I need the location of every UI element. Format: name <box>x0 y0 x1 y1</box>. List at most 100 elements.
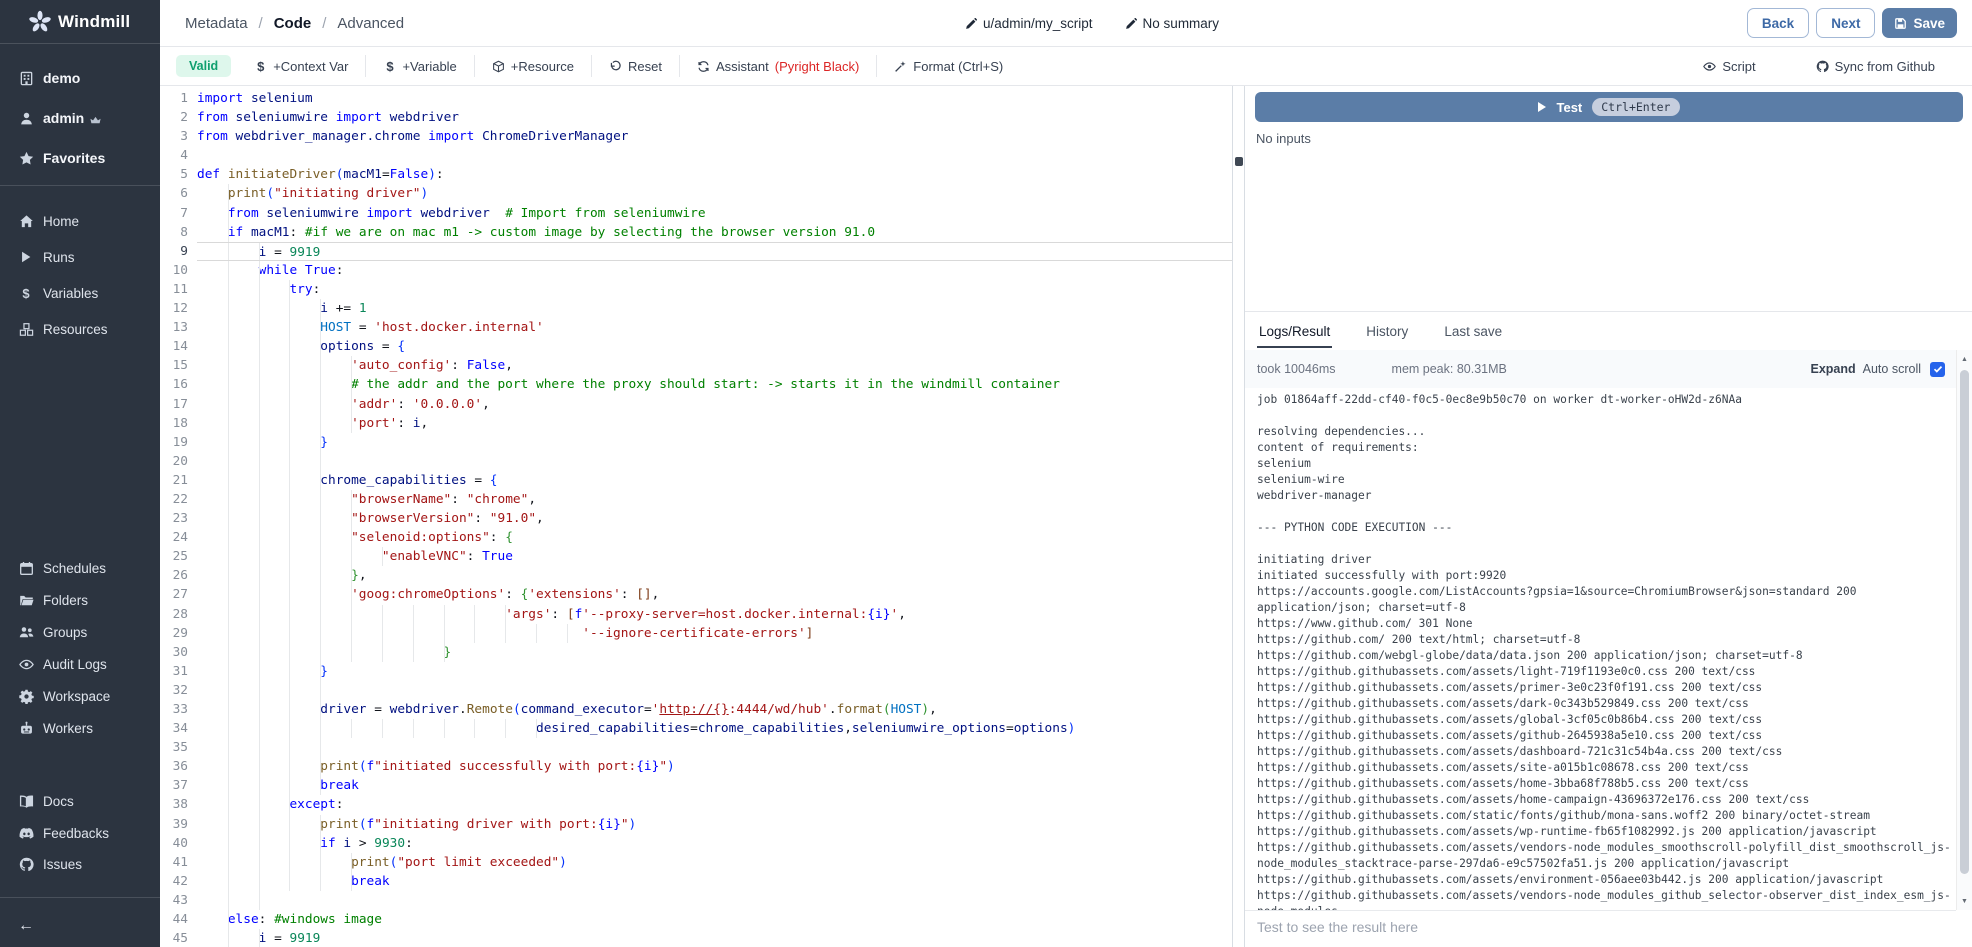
autoscroll-checkbox[interactable] <box>1930 362 1945 377</box>
indent-guide <box>320 452 321 471</box>
vertical-splitter[interactable] <box>1232 86 1245 947</box>
sidebar-item-favorites[interactable]: Favorites <box>0 138 160 178</box>
line-number: 21 <box>160 471 188 490</box>
sidebar-item-demo[interactable]: demo <box>0 58 160 98</box>
summary-edit[interactable]: No summary <box>1125 16 1220 31</box>
sidebar-item-runs[interactable]: Runs <box>0 239 160 275</box>
code-line: '--ignore-certificate-errors'] <box>197 624 1232 643</box>
sidebar-item-schedules[interactable]: Schedules <box>0 552 160 584</box>
sync-from-github-button[interactable]: Sync from Github <box>1807 54 1944 79</box>
indent-guide <box>382 547 383 566</box>
indent-guide <box>228 643 229 662</box>
code-line <box>197 681 1232 700</box>
log-line: https://github.githubassets.com/assets/h… <box>1257 776 1957 792</box>
line-number: 29 <box>160 624 188 643</box>
indent-guide <box>228 585 229 604</box>
sidebar-item-workers[interactable]: Workers <box>0 712 160 744</box>
no-inputs-text: No inputs <box>1256 131 1311 146</box>
save-button[interactable]: Save <box>1882 8 1957 38</box>
indent-guide <box>351 585 352 604</box>
line-number: 18 <box>160 414 188 433</box>
sidebar-item-groups[interactable]: Groups <box>0 616 160 648</box>
code-line: HOST = 'host.docker.internal' <box>197 318 1232 337</box>
line-number: 6 <box>160 184 188 203</box>
scroll-up-arrow[interactable]: ▲ <box>1957 352 1972 366</box>
reset-button[interactable]: Reset <box>600 54 671 79</box>
indent-guide <box>505 624 506 643</box>
log-line: --- PYTHON CODE EXECUTION --- <box>1257 520 1957 536</box>
code-line: }, <box>197 566 1232 585</box>
windmill-logo[interactable]: Windmill <box>0 0 160 44</box>
run-tabs: Logs/Result History Last save <box>1257 312 1504 350</box>
tab-history[interactable]: History <box>1364 315 1410 348</box>
sidebar-item-admin[interactable]: admin <box>0 98 160 138</box>
sidebar-item-label: Feedbacks <box>43 826 109 841</box>
indent-guide <box>320 681 321 700</box>
tab-code[interactable]: Code <box>274 15 312 32</box>
script-button[interactable]: Script <box>1694 54 1764 79</box>
sidebar-item-variables[interactable]: $Variables <box>0 275 160 311</box>
indent-guide <box>320 700 321 719</box>
log-line: selenium <box>1257 456 1957 472</box>
line-number: 7 <box>160 204 188 223</box>
arrow-left-icon: ← <box>18 917 34 935</box>
indent-guide <box>474 605 475 624</box>
assistant-button[interactable]: Assistant (Pyright Black) <box>688 54 868 79</box>
logs-scrollbar[interactable]: ▲ ▼ <box>1956 350 1972 910</box>
script-path-edit[interactable]: u/admin/my_script <box>965 16 1093 31</box>
line-number: 26 <box>160 566 188 585</box>
resource-button[interactable]: +Resource <box>483 54 583 79</box>
tab-logs-result[interactable]: Logs/Result <box>1257 315 1332 348</box>
indent-guide <box>320 643 321 662</box>
indent-guide <box>351 566 352 585</box>
indent-guide <box>259 509 260 528</box>
indent-guide <box>351 375 352 394</box>
indent-guide <box>351 414 352 433</box>
tab-metadata[interactable]: Metadata <box>185 15 248 32</box>
expand-button[interactable]: Expand <box>1810 362 1855 376</box>
log-line: content of requirements: <box>1257 440 1957 456</box>
line-number: 4 <box>160 146 188 165</box>
sidebar-item-folders[interactable]: Folders <box>0 584 160 616</box>
sidebar-item-feedbacks[interactable]: Feedbacks <box>0 818 160 850</box>
sidebar-collapse-button[interactable]: ← <box>0 905 160 947</box>
indent-guide <box>505 719 506 738</box>
indent-guide <box>382 719 383 738</box>
tab-advanced[interactable]: Advanced <box>337 15 404 32</box>
indent-guide <box>351 605 352 624</box>
sidebar-item-issues[interactable]: Issues <box>0 849 160 881</box>
variable-button[interactable]: $+Variable <box>374 54 465 79</box>
indent-guide <box>444 719 445 738</box>
sidebar-item-resources[interactable]: Resources <box>0 311 160 347</box>
indent-guide <box>444 643 445 662</box>
format-icon <box>894 60 907 73</box>
line-number: 28 <box>160 605 188 624</box>
code-line: i += 1 <box>197 299 1232 318</box>
indent-guide <box>228 605 229 624</box>
next-button[interactable]: Next <box>1816 8 1875 38</box>
indent-guide <box>289 509 290 528</box>
sidebar-divider <box>0 185 160 186</box>
context-var-button[interactable]: $+Context Var <box>245 54 357 79</box>
back-button[interactable]: Back <box>1747 8 1809 38</box>
tab-last-save[interactable]: Last save <box>1442 315 1504 348</box>
indent-guide <box>382 643 383 662</box>
indent-guide <box>259 585 260 604</box>
toolbar-separator <box>591 55 592 77</box>
code-editor[interactable]: 1234567891011121314151617181920212223242… <box>160 86 1232 947</box>
code-line: 'args': [f'--proxy-server=host.docker.in… <box>197 605 1232 624</box>
code-line: # the addr and the port where the proxy … <box>197 375 1232 394</box>
test-button[interactable]: Test Ctrl+Enter <box>1255 92 1963 122</box>
line-number: 39 <box>160 815 188 834</box>
indent-guide <box>259 375 260 394</box>
sidebar-item-docs[interactable]: Docs <box>0 786 160 818</box>
sidebar-item-audit-logs[interactable]: Audit Logs <box>0 648 160 680</box>
indent-guide <box>228 776 229 795</box>
sidebar-item-home[interactable]: Home <box>0 203 160 239</box>
scroll-down-arrow[interactable]: ▼ <box>1957 894 1972 908</box>
line-number: 5 <box>160 165 188 184</box>
indent-guide <box>320 433 321 452</box>
scrollbar-thumb[interactable] <box>1960 370 1969 874</box>
sidebar-item-workspace[interactable]: Workspace <box>0 680 160 712</box>
format-ctrl-s-button[interactable]: Format (Ctrl+S) <box>885 54 1012 79</box>
